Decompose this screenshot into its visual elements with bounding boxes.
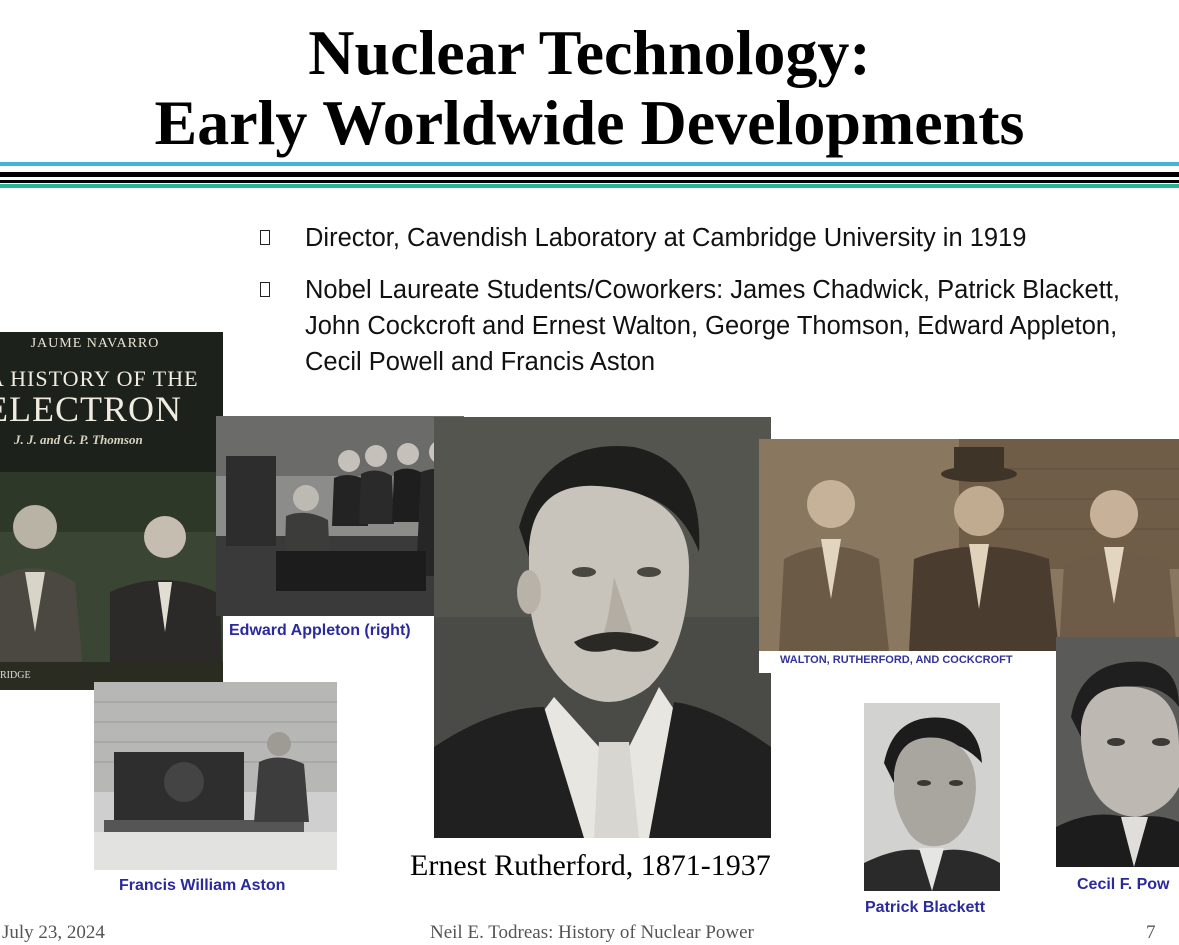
walton-group-photo xyxy=(759,439,1179,651)
title-rule-black-thin xyxy=(0,180,1179,183)
powell-caption: Cecil F. Pow xyxy=(1077,876,1170,893)
rutherford-caption: Ernest Rutherford, 1871-1937 xyxy=(410,849,771,882)
aston-lab-photo xyxy=(94,682,337,870)
blackett-portrait-art xyxy=(864,703,1000,891)
book-subtitle: J. J. and G. P. Thomson xyxy=(14,432,143,447)
blackett-portrait xyxy=(864,703,1000,891)
blackett-caption: Patrick Blackett xyxy=(865,899,986,916)
title-line-2: Early Worldwide Developments xyxy=(154,87,1025,158)
slide-title: Nuclear Technology: Early Worldwide Deve… xyxy=(0,18,1179,158)
aston-lab-art xyxy=(94,682,337,870)
appleton-lab-art xyxy=(216,416,464,616)
bullet-item: Director, Cavendish Laboratory at Cambri… xyxy=(258,220,1138,256)
book-author: JAUME NAVARRO xyxy=(30,336,160,351)
bullet-text: Nobel Laureate Students/Coworkers: James… xyxy=(305,276,1120,376)
walton-group-caption: WALTON, RUTHERFORD, AND COCKCROFT xyxy=(780,654,1013,666)
footer-date: July 23, 2024 xyxy=(2,922,105,943)
appleton-caption: Edward Appleton (right) xyxy=(229,622,411,639)
powell-portrait-art xyxy=(1056,637,1179,867)
bullet-box-icon xyxy=(260,230,270,245)
walton-group-art xyxy=(759,439,1179,651)
rutherford-portrait xyxy=(434,417,771,838)
rutherford-portrait-art xyxy=(434,417,771,838)
book-cover-image: JAUME NAVARRO A HISTORY OF THE ELECTRON … xyxy=(0,332,223,690)
title-rule-black-thick xyxy=(0,172,1179,177)
bullet-text: Director, Cavendish Laboratory at Cambri… xyxy=(305,224,1027,252)
powell-portrait xyxy=(1056,637,1179,867)
appleton-lab-photo xyxy=(216,416,464,616)
bullet-list: Director, Cavendish Laboratory at Cambri… xyxy=(258,220,1138,396)
title-rule-teal xyxy=(0,184,1179,188)
title-line-1: Nuclear Technology: xyxy=(308,17,871,88)
footer-presenter: Neil E. Todreas: History of Nuclear Powe… xyxy=(430,922,754,943)
book-title-line-2: ELECTRON xyxy=(0,389,182,429)
bullet-box-icon xyxy=(260,282,270,297)
title-rule-cyan xyxy=(0,162,1179,166)
footer-page-number: 7 xyxy=(1146,922,1156,943)
book-publisher: RIDGE xyxy=(0,670,31,681)
aston-caption: Francis William Aston xyxy=(119,877,286,894)
bullet-item: Nobel Laureate Students/Coworkers: James… xyxy=(258,272,1138,380)
